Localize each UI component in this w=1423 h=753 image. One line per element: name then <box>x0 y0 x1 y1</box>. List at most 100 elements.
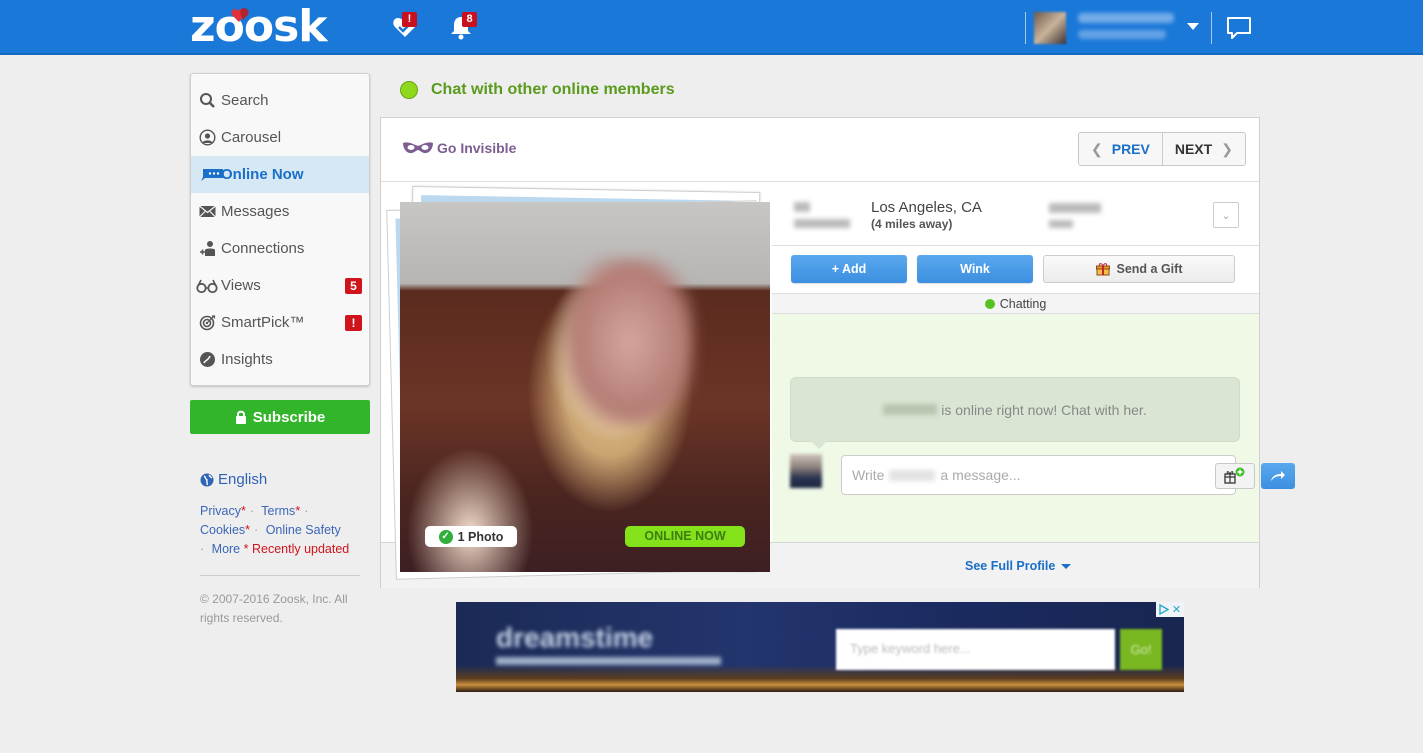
chat-prompt-bubble: is online right now! Chat with her. <box>790 377 1240 449</box>
logo-text: zoosk <box>190 1 328 52</box>
messages-chat-bubble-icon[interactable] <box>1226 15 1252 41</box>
user-avatar[interactable] <box>1034 12 1066 44</box>
my-avatar <box>790 454 822 488</box>
status-dot-icon <box>984 298 995 309</box>
sidebar-item-label: Views <box>221 277 261 294</box>
blurred-face <box>565 257 695 427</box>
insights-icon <box>200 352 215 367</box>
caret-down-icon <box>1061 563 1072 569</box>
footer-links: Privacy* · Terms* · Cookies* · Online Safet… <box>200 504 350 556</box>
smartpick-header-button[interactable]: ! <box>392 12 418 40</box>
send-message-button[interactable] <box>1261 463 1295 489</box>
user-location-blurred <box>1078 30 1166 39</box>
ad-choices[interactable]: ✕ <box>1156 602 1184 617</box>
location-distance: (4 miles away) <box>871 217 953 231</box>
mask-icon <box>403 142 433 154</box>
add-button[interactable]: + Add <box>791 255 907 283</box>
sidebar-item-online-now[interactable]: Online Now <box>191 156 369 193</box>
page-heading: Chat with other online members <box>400 81 675 99</box>
prev-button[interactable]: ❮ PREV <box>1079 133 1163 165</box>
smartpick-badge: ! <box>402 12 417 27</box>
language-selector[interactable]: English <box>200 471 267 488</box>
terms-link[interactable]: Terms* <box>261 504 300 518</box>
language-label: English <box>218 471 268 488</box>
ad-close-icon[interactable]: ✕ <box>1172 603 1181 616</box>
sidebar-item-smartpick[interactable]: SmartPick™ ! <box>191 304 369 341</box>
send-gift-button[interactable]: Send a Gift <box>1043 255 1235 283</box>
envelope-icon <box>199 205 216 218</box>
sidebar-navigation: Search Carousel Online Now Messages Conn… <box>190 73 370 386</box>
header-divider <box>1025 12 1026 44</box>
go-invisible-button[interactable]: Go Invisible <box>402 140 516 156</box>
lock-icon <box>235 410 246 424</box>
message-input[interactable]: Write a message... <box>841 455 1295 495</box>
smartpick-alert-badge: ! <box>345 315 362 331</box>
profile-photo[interactable]: ✓ 1 Photo ONLINE NOW <box>400 202 770 572</box>
ad-go-button[interactable]: Go! <box>1120 629 1162 670</box>
cookies-link[interactable]: Cookies* <box>200 523 250 537</box>
attach-gift-button[interactable] <box>1215 463 1255 489</box>
chat-status-bar: Chatting <box>772 293 1259 314</box>
target-icon <box>199 315 216 331</box>
chat-dots-icon <box>201 169 223 181</box>
views-count-badge: 5 <box>345 278 362 294</box>
subscribe-button[interactable]: Subscribe <box>190 400 370 434</box>
wink-button[interactable]: Wink <box>917 255 1033 283</box>
account-menu-chevron-down-icon[interactable] <box>1187 23 1199 30</box>
more-link[interactable]: More <box>212 542 240 556</box>
online-indicator-icon <box>400 81 418 99</box>
add-person-icon <box>200 241 215 256</box>
placeholder-suffix: a message... <box>940 467 1021 483</box>
sidebar-item-label: Search <box>221 92 269 109</box>
profile-options-chevron-down-icon[interactable]: ⌄ <box>1213 202 1239 228</box>
notifications-button[interactable]: 8 <box>448 12 477 40</box>
page-title: Chat with other online members <box>431 81 675 98</box>
photo-count-badge[interactable]: ✓ 1 Photo <box>425 526 517 547</box>
placeholder-prefix: Write <box>852 467 885 483</box>
privacy-link[interactable]: Privacy* <box>200 504 246 518</box>
location-city: Los Angeles, CA <box>871 199 982 216</box>
sidebar-item-insights[interactable]: Insights <box>191 341 369 378</box>
sidebar-item-search[interactable]: Search <box>191 82 369 119</box>
zoosk-logo[interactable]: zoosk <box>190 5 328 49</box>
recently-updated-note: * Recently updated <box>243 542 350 556</box>
sidebar-item-views[interactable]: Views 5 <box>191 267 369 304</box>
card-toolbar: Go Invisible ❮ PREV NEXT ❯ <box>381 118 1259 182</box>
photo-count-label: 1 Photo <box>457 529 504 544</box>
chat-prompt-text: is online right now! Chat with her. <box>941 401 1147 418</box>
sidebar-item-label: Messages <box>221 203 290 220</box>
online-now-badge: ONLINE NOW <box>625 526 745 547</box>
sidebar-item-carousel[interactable]: Carousel <box>191 119 369 156</box>
online-safety-link[interactable]: Online Safety <box>266 523 341 537</box>
age-label-blurred <box>794 219 850 228</box>
sidebar-item-connections[interactable]: Connections <box>191 230 369 267</box>
send-arrow-icon <box>1271 471 1285 481</box>
sidebar-item-label: Carousel <box>221 129 282 146</box>
advertisement-banner[interactable]: dreamstime Type keyword here... Go! ✕ <box>456 602 1184 692</box>
chevron-left-icon: ❮ <box>1091 140 1103 157</box>
see-full-profile-link[interactable]: See Full Profile <box>965 559 1072 573</box>
member-name-blurred <box>889 469 936 481</box>
sidebar-item-label: Insights <box>221 351 273 368</box>
sidebar-item-messages[interactable]: Messages <box>191 193 369 230</box>
next-label: NEXT <box>1174 141 1213 157</box>
globe-icon <box>200 473 214 486</box>
send-gift-label: Send a Gift <box>1116 262 1183 276</box>
sidebar-item-label: Online Now <box>221 166 304 183</box>
footer-divider <box>200 575 360 576</box>
gift-icon <box>1095 263 1110 276</box>
chat-status-label: Chatting <box>999 296 1047 311</box>
logo-heart-icon <box>231 8 249 22</box>
ad-search-input[interactable]: Type keyword here... <box>836 629 1115 670</box>
profile-detail-blurred <box>1049 203 1101 213</box>
go-invisible-label: Go Invisible <box>437 140 517 156</box>
carousel-icon <box>199 129 216 146</box>
next-button[interactable]: NEXT ❯ <box>1163 133 1245 165</box>
see-full-profile-label: See Full Profile <box>965 559 1056 573</box>
ad-brand-logo: dreamstime <box>496 622 654 653</box>
search-icon <box>200 93 215 108</box>
notifications-badge: 8 <box>462 12 477 27</box>
profile-pager: ❮ PREV NEXT ❯ <box>1078 132 1246 166</box>
chevron-right-icon: ❯ <box>1221 140 1233 157</box>
gift-plus-icon <box>1224 467 1245 484</box>
